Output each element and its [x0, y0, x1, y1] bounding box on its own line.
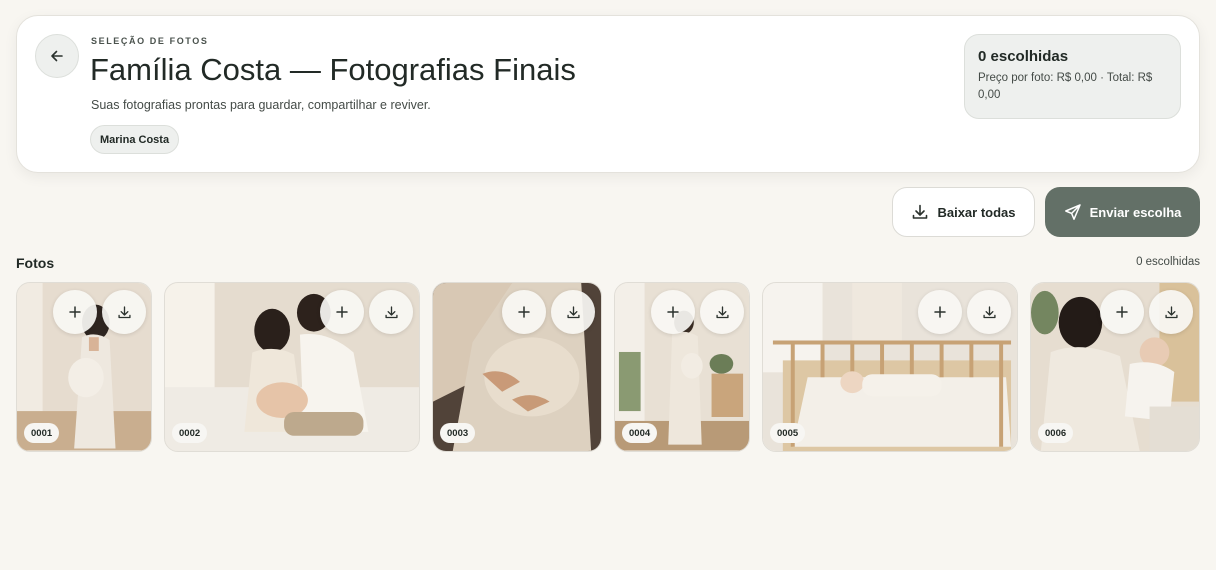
back-button[interactable]: [35, 34, 79, 78]
page-title: Família Costa — Fotografias Finais: [90, 52, 576, 87]
send-selection-button[interactable]: Enviar escolha: [1045, 187, 1200, 237]
download-icon: [384, 305, 398, 318]
page-subtitle: Suas fotografias prontas para guardar, c…: [91, 98, 431, 112]
photo-number-badge: 0004: [622, 423, 658, 443]
download-icon: [1164, 305, 1178, 318]
select-photo-button[interactable]: [502, 290, 546, 334]
download-all-label: Baixar todas: [937, 204, 1016, 220]
photo-number-badge: 0001: [24, 423, 60, 443]
plus-icon: [1116, 306, 1128, 318]
download-photo-button[interactable]: [102, 290, 146, 334]
photo-number-badge: 0003: [440, 423, 476, 443]
download-photo-button[interactable]: [967, 290, 1011, 334]
photo-card[interactable]: 0001: [16, 282, 152, 452]
download-icon: [566, 305, 580, 318]
photo-card[interactable]: 0002: [164, 282, 420, 452]
photo-card[interactable]: 0006: [1030, 282, 1200, 452]
download-icon: [117, 305, 131, 318]
gallery-selected-count: 0 escolhidas: [1136, 256, 1200, 268]
download-photo-button[interactable]: [369, 290, 413, 334]
photo-number-badge: 0002: [172, 423, 208, 443]
plus-icon: [518, 306, 530, 318]
selection-summary: 0 escolhidas Preço por foto: R$ 0,00 · T…: [964, 34, 1181, 119]
eyebrow-label: SELEÇÃO DE FOTOS: [91, 36, 209, 46]
plus-icon: [934, 306, 946, 318]
client-chip: Marina Costa: [90, 125, 180, 154]
plus-icon: [336, 306, 348, 318]
arrow-left-icon: [51, 50, 63, 62]
gallery-title: Fotos: [16, 255, 55, 271]
photo-number-badge: 0006: [1038, 423, 1074, 443]
photo-card[interactable]: 0004: [614, 282, 750, 452]
select-photo-button[interactable]: [53, 290, 97, 334]
download-icon: [982, 305, 996, 318]
download-photo-button[interactable]: [700, 290, 744, 334]
select-photo-button[interactable]: [918, 290, 962, 334]
download-icon: [913, 204, 928, 219]
selected-count: 0 escolhidas: [978, 48, 1069, 65]
download-icon: [715, 305, 729, 318]
download-photo-button[interactable]: [1149, 290, 1193, 334]
send-selection-label: Enviar escolha: [1089, 204, 1182, 220]
plus-icon: [667, 306, 679, 318]
select-photo-button[interactable]: [1100, 290, 1144, 334]
download-all-button[interactable]: Baixar todas: [892, 187, 1035, 237]
price-summary: Preço por foto: R$ 0,00 · Total: R$ 0,00: [978, 72, 1153, 101]
photo-number-badge: 0005: [770, 423, 806, 443]
select-photo-button[interactable]: [320, 290, 364, 334]
select-photo-button[interactable]: [651, 290, 695, 334]
plus-icon: [69, 306, 81, 318]
photo-card[interactable]: 0005: [762, 282, 1018, 452]
send-icon: [1064, 204, 1081, 220]
photo-card[interactable]: 0003: [432, 282, 602, 452]
header-card: SELEÇÃO DE FOTOS Família Costa — Fotogra…: [16, 15, 1200, 173]
download-photo-button[interactable]: [551, 290, 595, 334]
